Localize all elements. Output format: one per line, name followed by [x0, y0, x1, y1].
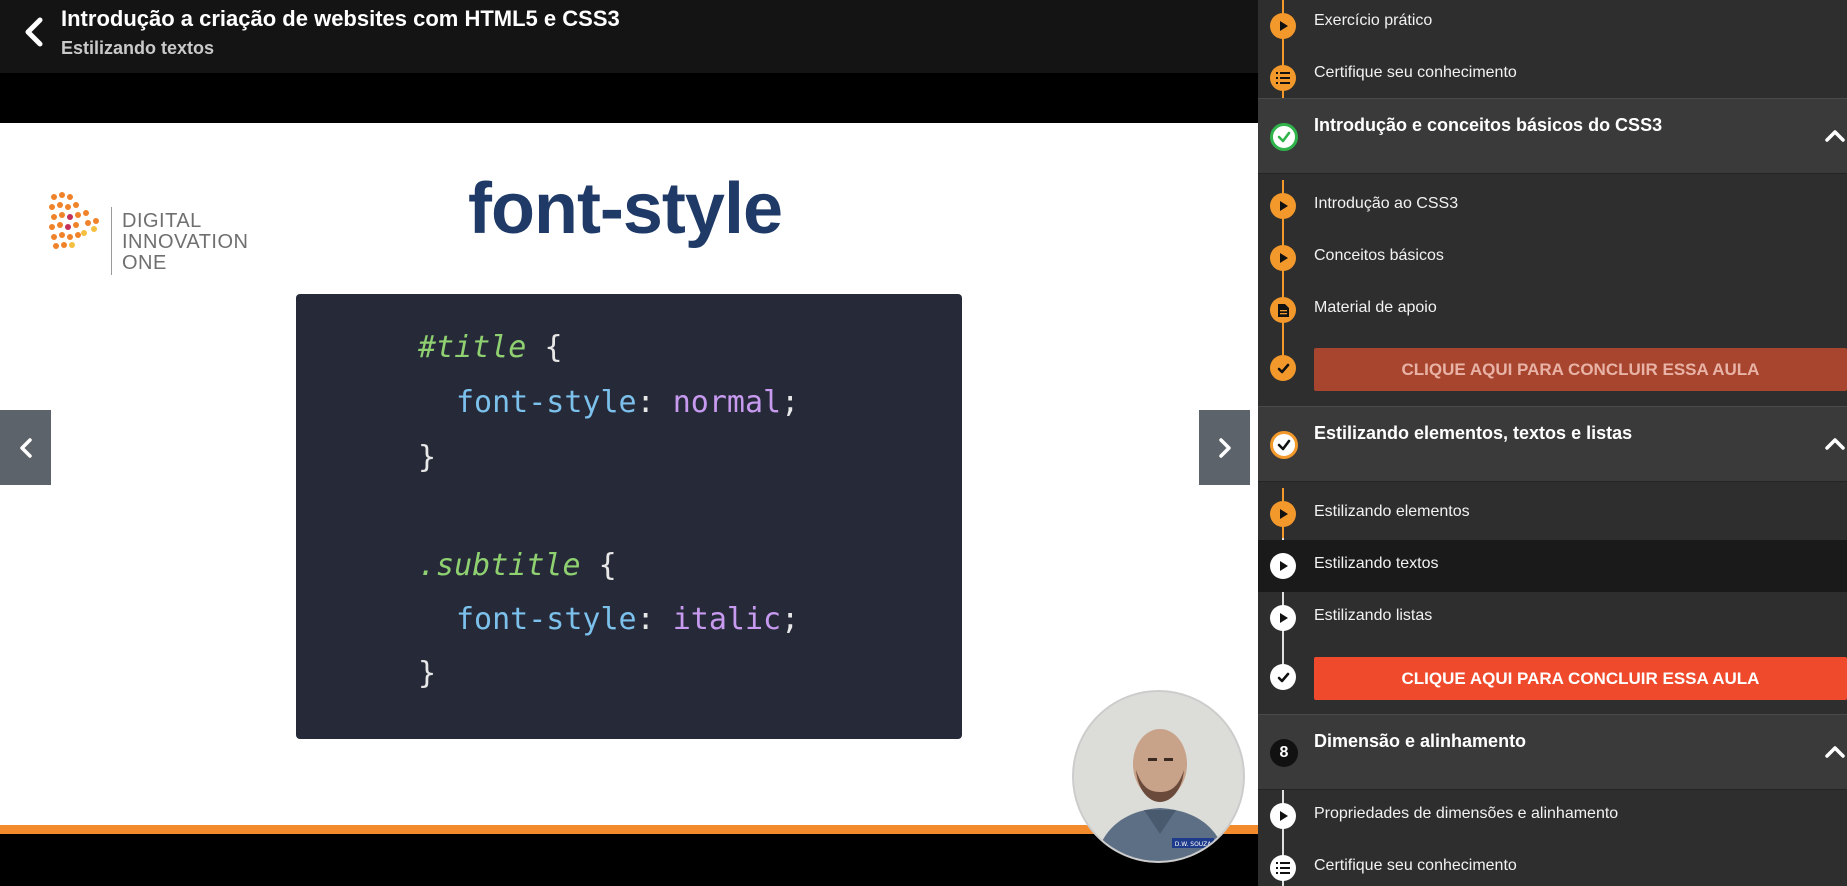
lesson-subtitle: Estilizando textos — [61, 38, 215, 58]
chevron-up-icon — [1825, 130, 1845, 142]
course-sidebar: Exercício prático Certifique seu conheci… — [1258, 0, 1847, 886]
play-icon — [1270, 501, 1296, 527]
check-circle-icon — [1270, 123, 1298, 151]
code-line-5: font-style: italic; — [456, 602, 800, 637]
item-label: Introdução ao CSS3 — [1314, 195, 1459, 212]
list-icon — [1270, 855, 1296, 881]
chevron-up-icon — [1825, 746, 1845, 758]
check-circle-icon — [1270, 431, 1298, 459]
chevron-left-icon — [25, 17, 43, 47]
play-icon — [1270, 803, 1296, 829]
list-icon — [1270, 65, 1296, 91]
item-label: Certifique seu conhecimento — [1314, 64, 1517, 81]
conclude-lesson-button[interactable]: CLIQUE AQUI PARA CONCLUIR ESSA AULA — [1314, 348, 1847, 391]
conclude-row: CLIQUE AQUI PARA CONCLUIR ESSA AULA — [1258, 653, 1847, 701]
list-item[interactable]: Certifique seu conhecimento — [1258, 842, 1847, 886]
section-number-badge: 8 — [1270, 739, 1298, 767]
item-label: Estilizando listas — [1314, 607, 1433, 624]
course-title: Introdução a criação de websites com HTM… — [61, 6, 620, 31]
list-item[interactable]: Conceitos básicos — [1258, 232, 1847, 284]
play-icon — [1270, 13, 1296, 39]
code-line-3: } — [418, 440, 437, 475]
list-item-active[interactable]: Estilizando textos — [1258, 540, 1847, 592]
check-icon — [1270, 355, 1296, 381]
back-button[interactable] — [18, 16, 50, 48]
list-item[interactable]: Propriedades de dimensões e alinhamento — [1258, 790, 1847, 842]
list-item[interactable]: Material de apoio — [1258, 284, 1847, 336]
section-header-dimension[interactable]: 8 Dimensão e alinhamento — [1258, 714, 1847, 790]
code-line-6: } — [418, 656, 437, 691]
code-line-1: #title { — [418, 330, 563, 365]
instructor-webcam: D.W. SOUZA — [1072, 690, 1245, 863]
play-icon — [1270, 553, 1296, 579]
section-title: Introdução e conceitos básicos do CSS3 — [1314, 115, 1663, 135]
document-icon — [1270, 297, 1296, 323]
list-item[interactable]: Certifique seu conhecimento — [1258, 52, 1847, 104]
conclude-lesson-button[interactable]: CLIQUE AQUI PARA CONCLUIR ESSA AULA — [1314, 657, 1847, 700]
webcam-badge-text: D.W. SOUZA — [1175, 841, 1213, 848]
next-lesson-button[interactable] — [1199, 410, 1250, 485]
section-title: Estilizando elementos, textos e listas — [1314, 423, 1633, 443]
item-label: Certifique seu conhecimento — [1314, 857, 1517, 874]
list-item[interactable]: Estilizando elementos — [1258, 488, 1847, 540]
progress-accent-line — [0, 825, 1258, 834]
instructor-avatar-icon: D.W. SOUZA — [1074, 692, 1243, 861]
play-icon — [1270, 193, 1296, 219]
code-line-4: .subtitle { — [418, 548, 617, 583]
item-label: Conceitos básicos — [1314, 247, 1444, 264]
item-label: Material de apoio — [1314, 299, 1437, 316]
list-item[interactable]: Introdução ao CSS3 — [1258, 180, 1847, 232]
item-label: Estilizando textos — [1314, 555, 1439, 572]
chevron-up-icon — [1825, 438, 1845, 450]
chevron-left-icon — [19, 437, 32, 458]
conclude-row: CLIQUE AQUI PARA CONCLUIR ESSA AULA — [1258, 344, 1847, 392]
logo-line-3: ONE — [122, 252, 167, 274]
check-icon — [1270, 664, 1296, 690]
code-block: #title { font-style: normal; } .subtitle… — [296, 294, 962, 739]
list-item[interactable]: Exercício prático — [1258, 0, 1847, 52]
player-header: Introdução a criação de websites com HTM… — [0, 0, 1258, 73]
section-header-styling[interactable]: Estilizando elementos, textos e listas — [1258, 406, 1847, 482]
video-player: Introdução a criação de websites com HTM… — [0, 0, 1258, 886]
section-header-css3-intro[interactable]: Introdução e conceitos básicos do CSS3 — [1258, 98, 1847, 174]
item-label: Exercício prático — [1314, 12, 1433, 29]
list-item[interactable]: Estilizando listas — [1258, 592, 1847, 644]
chevron-right-icon — [1218, 437, 1231, 458]
slide-title: font-style — [468, 169, 783, 249]
play-icon — [1270, 245, 1296, 271]
previous-lesson-button[interactable] — [0, 410, 51, 485]
play-icon — [1270, 605, 1296, 631]
app-root: Introdução a criação de websites com HTM… — [0, 0, 1847, 886]
code-line-2: font-style: normal; — [456, 385, 800, 420]
section-title: Dimensão e alinhamento — [1314, 731, 1527, 751]
item-label: Propriedades de dimensões e alinhamento — [1314, 805, 1619, 822]
slide-content: DIGITAL INNOVATION ONE font-style #title… — [0, 123, 1258, 826]
item-label: Estilizando elementos — [1314, 503, 1470, 520]
